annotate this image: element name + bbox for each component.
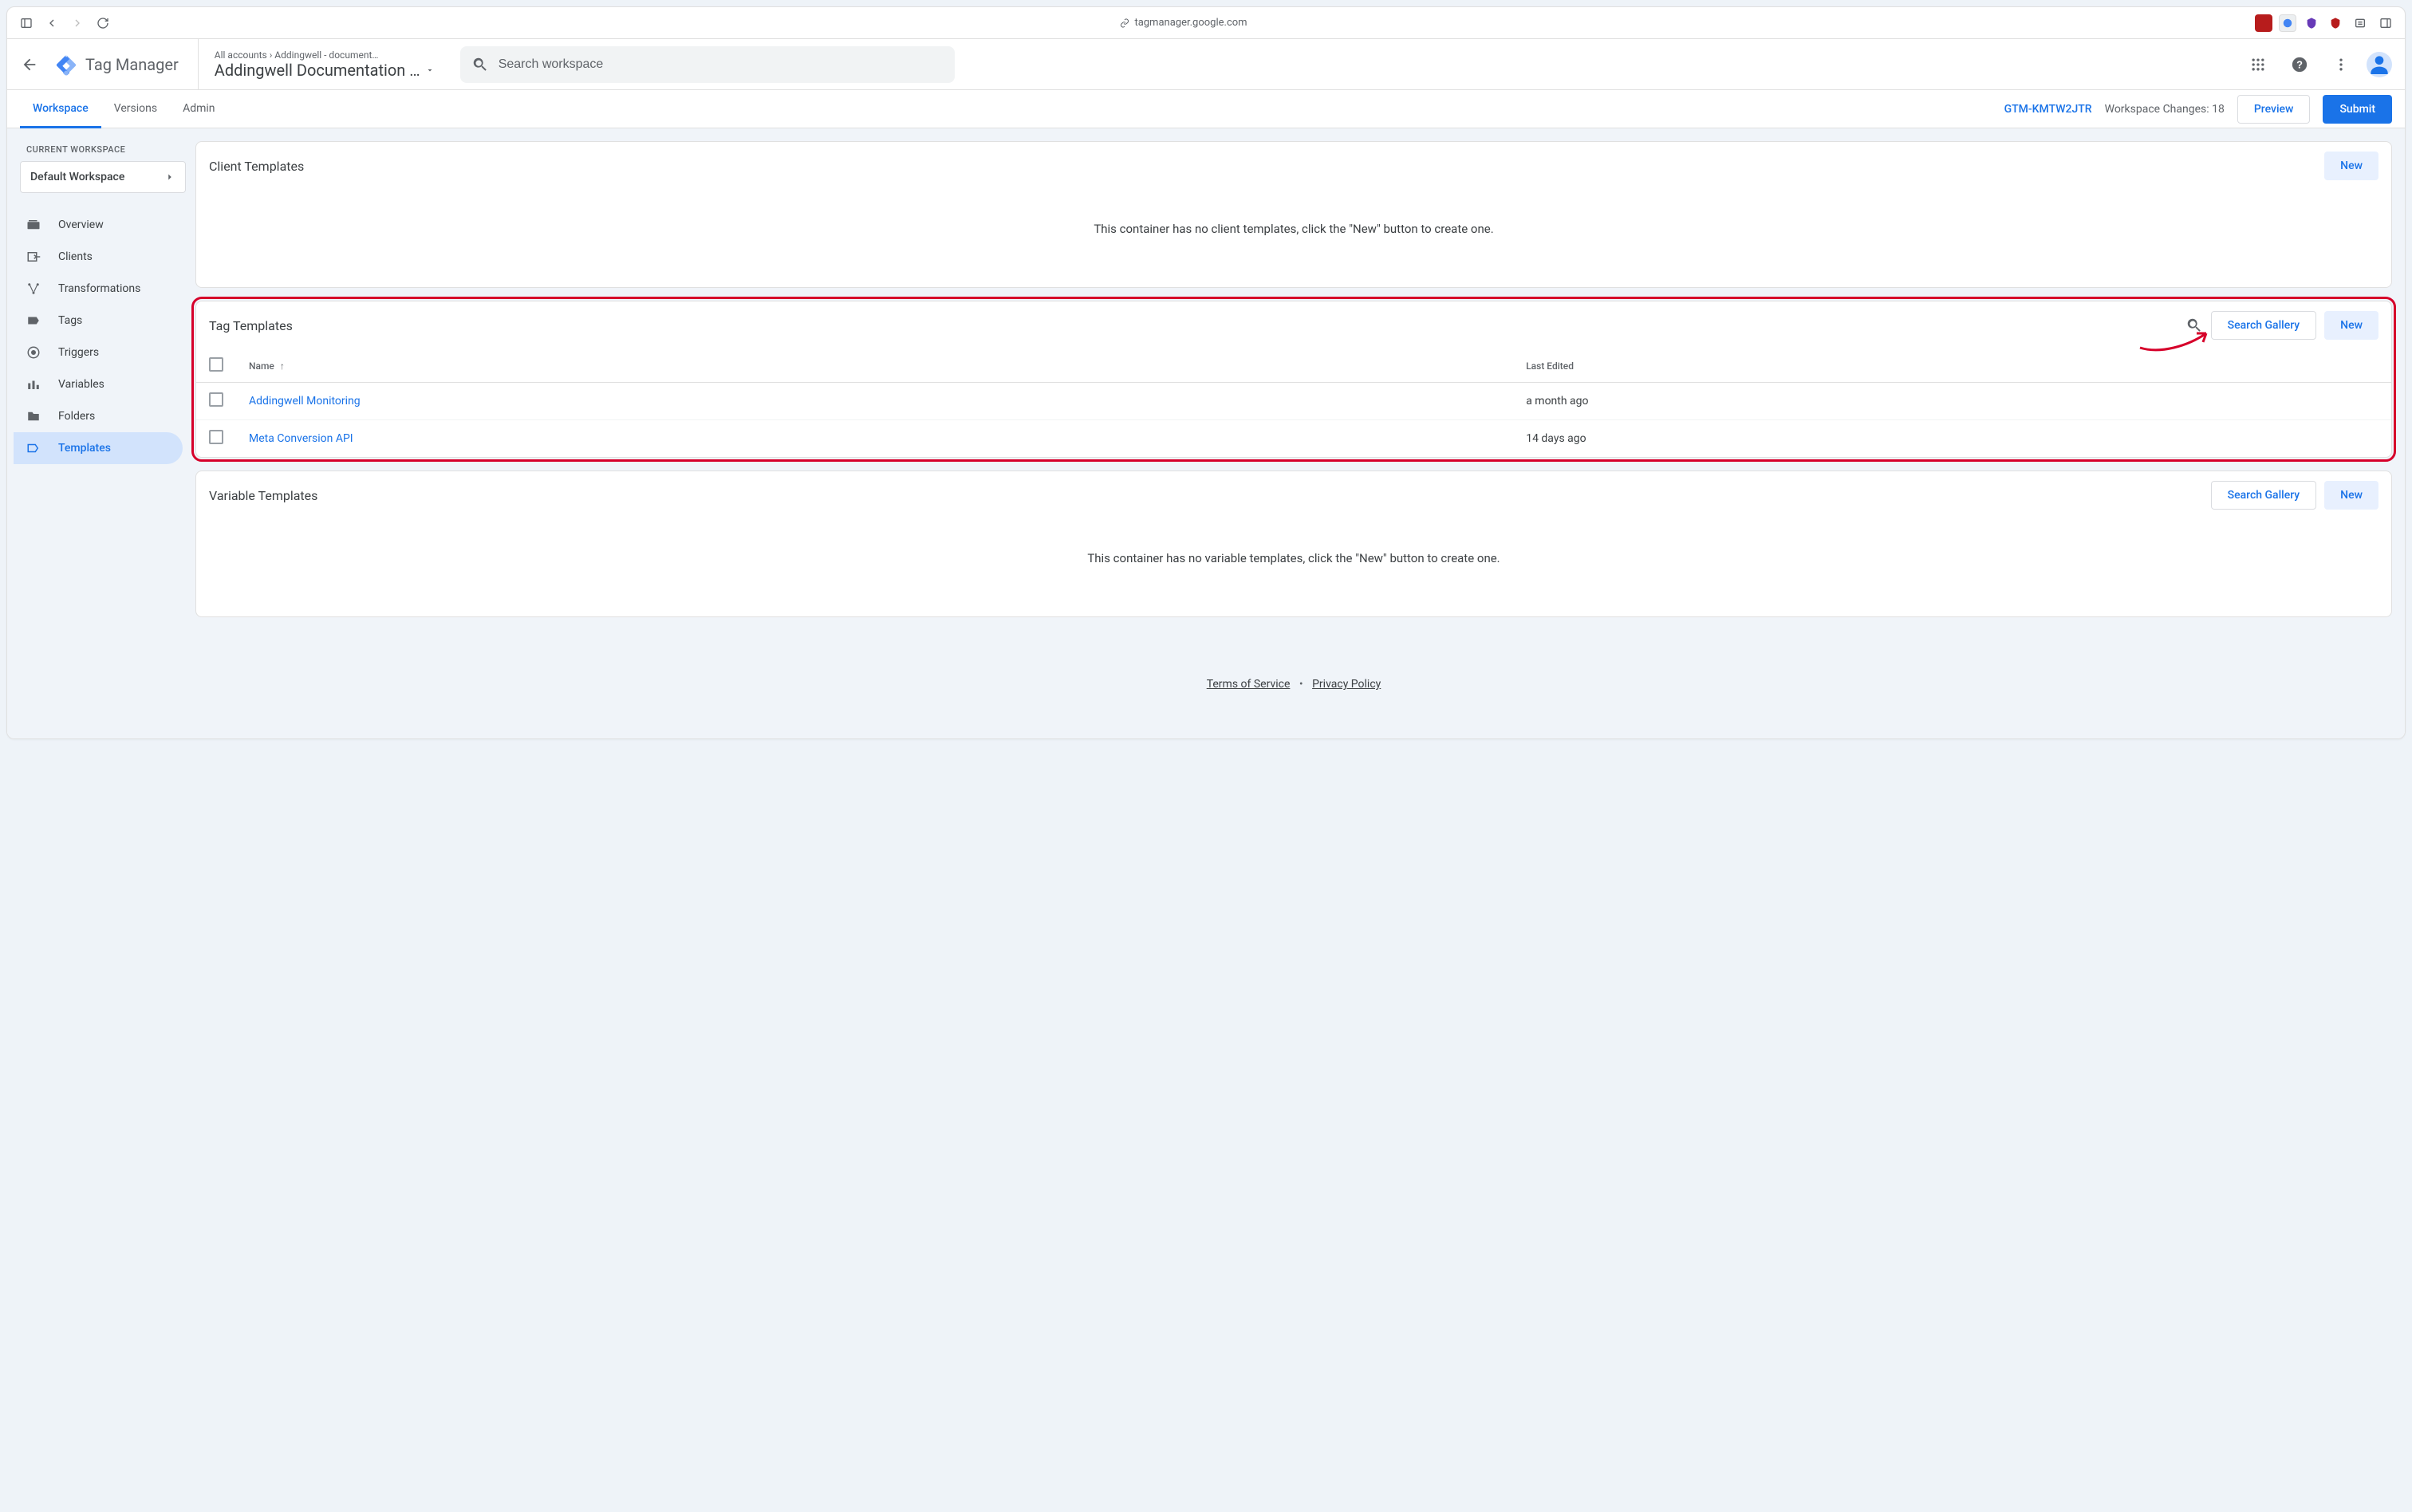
search-gallery-button[interactable]: Search Gallery — [2211, 311, 2317, 340]
new-variable-template-button[interactable]: New — [2324, 481, 2378, 510]
privacy-link[interactable]: Privacy Policy — [1312, 678, 1381, 691]
templates-icon — [26, 441, 42, 455]
tab-versions[interactable]: Versions — [101, 91, 170, 128]
browser-url-bar[interactable]: tagmanager.google.com — [119, 17, 2248, 29]
table-row[interactable]: Meta Conversion API 14 days ago — [196, 420, 2391, 458]
clients-icon — [26, 250, 42, 264]
sidebar-item-clients[interactable]: Clients — [14, 241, 183, 273]
browser-back-icon[interactable] — [42, 14, 61, 33]
account-path[interactable]: All accounts › Addingwell - document… Ad… — [215, 49, 435, 80]
tags-icon — [26, 313, 42, 328]
triggers-icon — [26, 345, 42, 360]
search-gallery-button[interactable]: Search Gallery — [2211, 481, 2317, 510]
main-content: Client Templates New This container has … — [192, 128, 2405, 738]
sidebar-item-label: Triggers — [58, 346, 99, 359]
sidebar-heading: CURRENT WORKSPACE — [14, 141, 192, 161]
variables-icon — [26, 377, 42, 392]
client-templates-empty: This container has no client templates, … — [196, 190, 2391, 287]
sidebar-item-folders[interactable]: Folders — [14, 400, 183, 432]
card-title: Client Templates — [209, 159, 304, 174]
page-footer: Terms of Service • Privacy Policy — [195, 630, 2392, 707]
secondary-nav: Workspace Versions Admin GTM-KMTW2JTR Wo… — [7, 90, 2405, 128]
tab-admin[interactable]: Admin — [170, 91, 227, 128]
template-name-link[interactable]: Meta Conversion API — [249, 432, 353, 445]
avatar[interactable] — [2367, 52, 2392, 77]
last-edited-cell: a month ago — [1513, 383, 2391, 420]
help-icon[interactable]: ? — [2284, 49, 2315, 81]
ext-icon-4[interactable] — [2327, 14, 2344, 32]
more-icon[interactable] — [2325, 49, 2357, 81]
sidebar-item-label: Tags — [58, 314, 82, 327]
new-tag-template-button[interactable]: New — [2324, 311, 2378, 340]
workspace-selector[interactable]: Default Workspace — [20, 161, 186, 193]
search-icon — [471, 56, 489, 73]
app-header: Tag Manager All accounts › Addingwell - … — [7, 39, 2405, 90]
sidebar-toggle-icon[interactable] — [17, 14, 36, 33]
sort-asc-icon: ↑ — [280, 360, 285, 372]
browser-forward-icon[interactable] — [68, 14, 87, 33]
gtm-logo-icon — [55, 53, 77, 76]
browser-toolbar: tagmanager.google.com — [7, 7, 2405, 39]
ext-icon-5[interactable] — [2351, 14, 2370, 33]
table-row[interactable]: Addingwell Monitoring a month ago — [196, 383, 2391, 420]
workspace-name: Default Workspace — [30, 171, 124, 183]
sidebar-item-label: Overview — [58, 219, 104, 231]
tag-templates-table: Name ↑ Last Edited Addingwell Monitoring… — [196, 349, 2391, 457]
template-name-link[interactable]: Addingwell Monitoring — [249, 395, 361, 408]
sidebar-item-transformations[interactable]: Transformations — [14, 273, 183, 305]
sidebar-item-triggers[interactable]: Triggers — [14, 337, 183, 368]
sidebar-item-label: Clients — [58, 250, 93, 263]
new-client-template-button[interactable]: New — [2324, 152, 2378, 180]
tag-templates-card: Tag Templates Search Gallery New — [195, 301, 2392, 458]
search-box[interactable] — [460, 46, 955, 83]
col-name[interactable]: Name ↑ — [236, 349, 1513, 383]
variable-templates-empty: This container has no variable templates… — [196, 519, 2391, 616]
submit-button[interactable]: Submit — [2323, 95, 2392, 124]
container-id[interactable]: GTM-KMTW2JTR — [2004, 103, 2092, 116]
sidebar-item-overview[interactable]: Overview — [14, 209, 183, 241]
transformations-icon — [26, 282, 42, 296]
breadcrumb: All accounts › Addingwell - document… — [215, 49, 390, 61]
tos-link[interactable]: Terms of Service — [1207, 678, 1291, 691]
preview-button[interactable]: Preview — [2237, 95, 2311, 124]
sidebar-item-label: Folders — [58, 410, 95, 423]
product-logo-block[interactable]: Tag Manager — [55, 39, 199, 89]
search-icon[interactable] — [2185, 317, 2203, 334]
sidebar-item-variables[interactable]: Variables — [14, 368, 183, 400]
browser-url-text: tagmanager.google.com — [1134, 17, 1247, 29]
overview-icon — [26, 218, 42, 232]
sidebar-item-label: Templates — [58, 442, 111, 455]
folders-icon — [26, 409, 42, 423]
back-button[interactable] — [14, 49, 45, 81]
sidebar-item-templates[interactable]: Templates — [14, 432, 183, 464]
select-all-checkbox[interactable] — [209, 357, 223, 372]
product-name: Tag Manager — [85, 55, 179, 74]
browser-reload-icon[interactable] — [93, 14, 112, 33]
apps-icon[interactable] — [2242, 49, 2274, 81]
sidebar-item-tags[interactable]: Tags — [14, 305, 183, 337]
ext-icon-3[interactable] — [2303, 14, 2320, 32]
ext-icon-1[interactable] — [2255, 14, 2272, 32]
workspace-changes: Workspace Changes: 18 — [2105, 103, 2225, 116]
row-checkbox[interactable] — [209, 392, 223, 407]
container-name: Addingwell Documentation … — [215, 61, 420, 80]
link-icon — [1120, 18, 1129, 28]
sidebar-item-label: Transformations — [58, 282, 140, 295]
col-edited[interactable]: Last Edited — [1513, 349, 2391, 383]
ext-icon-2[interactable] — [2279, 14, 2296, 32]
card-title: Tag Templates — [209, 318, 293, 333]
tab-overview-icon[interactable] — [2376, 14, 2395, 33]
last-edited-cell: 14 days ago — [1513, 420, 2391, 458]
tab-workspace[interactable]: Workspace — [20, 91, 101, 128]
sidebar: CURRENT WORKSPACE Default Workspace Over… — [7, 128, 192, 738]
card-title: Variable Templates — [209, 488, 317, 503]
client-templates-card: Client Templates New This container has … — [195, 141, 2392, 288]
sidebar-item-label: Variables — [58, 378, 104, 391]
svg-text:?: ? — [2296, 58, 2303, 70]
search-input[interactable] — [499, 57, 944, 72]
chevron-down-icon — [425, 65, 435, 75]
row-checkbox[interactable] — [209, 430, 223, 444]
chevron-right-icon — [164, 171, 175, 183]
variable-templates-card: Variable Templates Search Gallery New Th… — [195, 471, 2392, 617]
